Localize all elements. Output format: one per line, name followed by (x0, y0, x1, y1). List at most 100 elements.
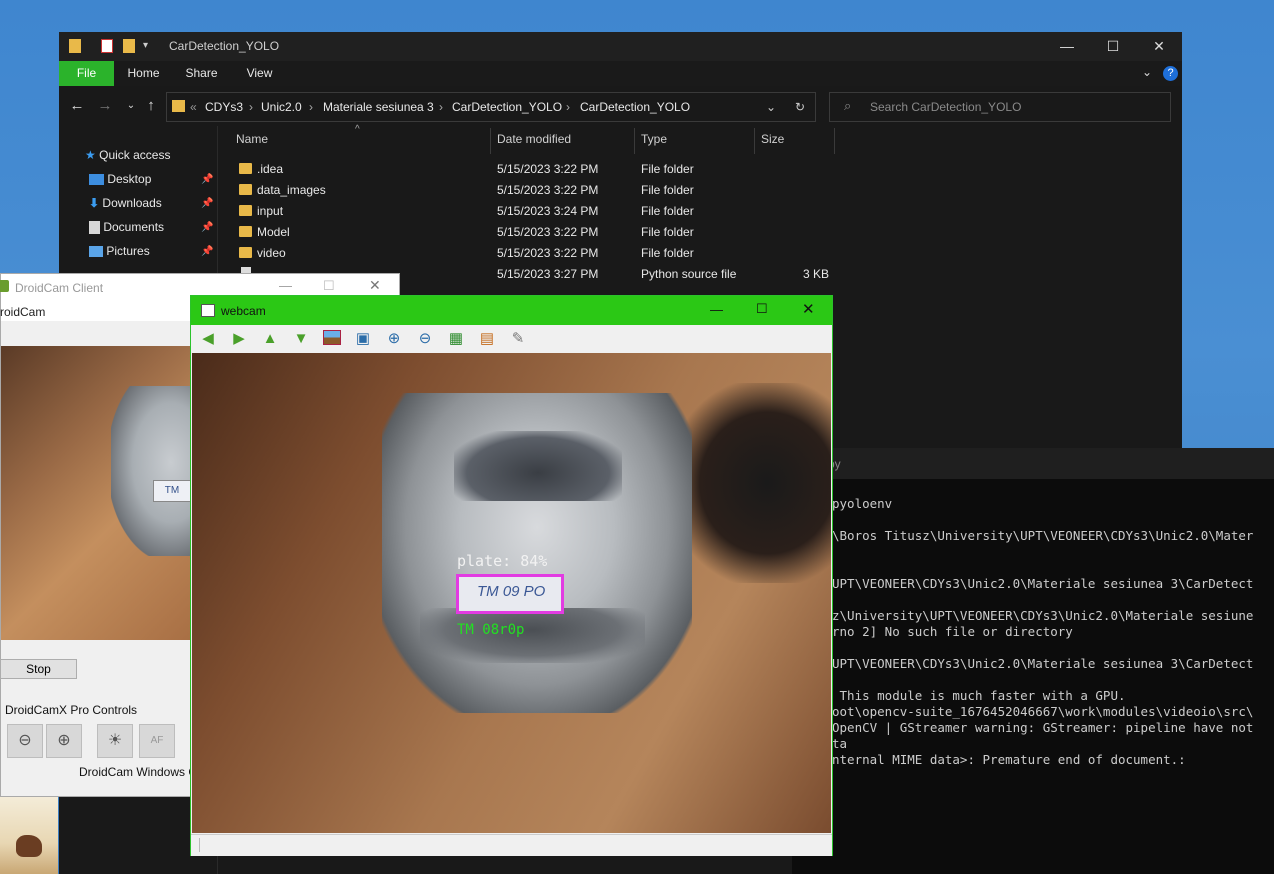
column-type[interactable]: Type (641, 132, 667, 152)
breadcrumb-current[interactable]: CarDetection_YOLO (580, 100, 690, 114)
tab-view[interactable]: View (237, 61, 282, 86)
customize-qat-icon[interactable]: ▾ (143, 40, 148, 51)
table-row[interactable]: video 5/15/2023 3:22 PM File folder (235, 243, 835, 264)
help-icon[interactable]: ? (1163, 66, 1178, 81)
refresh-icon[interactable]: ↻ (795, 100, 805, 114)
file-type: Python source file (641, 267, 737, 281)
documents-icon (89, 221, 100, 235)
webcam-toolbar: ◀ ▶ ▲ ▼ ▣ ⊕ ⊖ ▦ ▤ ✎ (191, 325, 832, 353)
zoom-out-icon[interactable]: ⊖ (415, 330, 435, 348)
column-divider[interactable] (834, 128, 835, 154)
close-button[interactable]: ✕ (802, 300, 815, 318)
chevron-right-icon: › (439, 100, 443, 114)
window-title: CarDetection_YOLO (169, 39, 280, 53)
file-name: data_images (257, 183, 326, 197)
pin-icon[interactable]: 📌 (201, 198, 213, 209)
breadcrumb-materiale[interactable]: Materiale sesiunea 3 (323, 100, 434, 114)
webcam-title-bar: webcam — ☐ ✕ (191, 296, 832, 325)
breadcrumb-unic[interactable]: Unic2.0 (261, 100, 302, 114)
pin-icon[interactable]: 📌 (201, 174, 213, 185)
minimize-button[interactable]: — (279, 278, 292, 293)
pin-icon[interactable]: 📌 (201, 246, 213, 257)
expand-ribbon-icon[interactable]: ⌄ (1142, 65, 1152, 79)
back-icon[interactable]: ← (67, 96, 87, 116)
console-line: This module is much faster with a GPU. (832, 688, 1126, 703)
maximize-button[interactable]: ☐ (323, 278, 335, 294)
autofocus-button[interactable]: AF (139, 724, 175, 758)
table-row[interactable]: Model 5/15/2023 3:22 PM File folder (235, 222, 835, 243)
stop-button[interactable]: Stop (0, 659, 77, 679)
table-row[interactable]: data_images 5/15/2023 3:22 PM File folder (235, 180, 835, 201)
windshield-image (454, 431, 622, 501)
breadcrumb-overflow[interactable]: « (190, 100, 197, 114)
arrow-right-icon[interactable]: ▶ (229, 330, 249, 348)
column-divider[interactable] (634, 128, 635, 154)
column-divider[interactable] (754, 128, 755, 154)
up-icon[interactable]: ↑ (141, 96, 161, 116)
console-line: pyoloenv (832, 496, 893, 511)
recent-locations-icon[interactable]: ⌄ (121, 96, 141, 116)
zoom-out-icon[interactable]: ⊖ (7, 724, 43, 758)
tab-home[interactable]: Home (121, 61, 166, 86)
image-icon[interactable] (322, 330, 342, 348)
chevron-right-icon: › (566, 100, 570, 114)
file-date: 5/15/2023 3:22 PM (497, 162, 599, 176)
maximize-button[interactable]: ☐ (756, 301, 768, 317)
zoom-fit-icon[interactable]: ▣ (353, 330, 373, 348)
search-icon: ⌕ (844, 98, 852, 113)
column-name[interactable]: Name (236, 132, 268, 152)
table-row[interactable]: .idea 5/15/2023 3:22 PM File folder (235, 159, 835, 180)
file-date: 5/15/2023 3:22 PM (497, 246, 599, 260)
animal-image (16, 835, 42, 857)
sidebar-item-downloads[interactable]: ⬇ Downloads (89, 192, 162, 214)
menu-droidcam[interactable]: roidCam (0, 305, 45, 319)
breadcrumb-cardetection[interactable]: CarDetection_YOLO (452, 100, 562, 114)
arrow-left-icon[interactable]: ◀ (198, 330, 218, 348)
pictures-icon (89, 246, 103, 258)
zoom-in-icon[interactable]: ⊕ (384, 330, 404, 348)
properties-icon[interactable] (101, 39, 113, 53)
title-bar: ▾ CarDetection_YOLO — ☐ ✕ (59, 32, 1182, 61)
search-box[interactable]: ⌕ Search CarDetection_YOLO (829, 92, 1171, 122)
save-icon[interactable]: ▦ (446, 330, 466, 348)
tab-file[interactable]: File (59, 61, 114, 86)
sidebar-item-desktop[interactable]: Desktop (89, 168, 151, 190)
arrow-up-icon[interactable]: ▲ (260, 330, 280, 348)
close-button[interactable]: ✕ (369, 277, 381, 294)
column-size[interactable]: Size (761, 132, 784, 152)
zoom-in-icon[interactable]: ⊕ (46, 724, 82, 758)
maximize-button[interactable]: ☐ (1090, 32, 1136, 61)
file-type: File folder (641, 162, 694, 176)
file-type: File folder (641, 204, 694, 218)
file-type: File folder (641, 225, 694, 239)
file-name: Model (257, 225, 290, 239)
sidebar-item-documents[interactable]: Documents (89, 216, 164, 238)
sidebar-item-pictures[interactable]: Pictures (89, 240, 150, 262)
forward-icon[interactable]: → (95, 96, 115, 116)
breadcrumb-cdys3[interactable]: CDYs3 (205, 100, 243, 114)
console-line: oot\opencv-suite_1676452046667\work\modu… (832, 704, 1254, 719)
column-divider[interactable] (490, 128, 491, 154)
column-date[interactable]: Date modified (497, 132, 571, 152)
light-icon[interactable]: ☀ (97, 724, 133, 758)
table-row[interactable]: input 5/15/2023 3:24 PM File folder (235, 201, 835, 222)
new-folder-icon[interactable] (123, 39, 135, 53)
file-date: 5/15/2023 3:27 PM (497, 267, 599, 281)
console-line: ta (832, 736, 848, 751)
arrow-down-icon[interactable]: ▼ (291, 330, 311, 348)
chevron-down-icon[interactable]: ⌄ (766, 100, 776, 114)
properties-icon[interactable]: ✎ (508, 330, 528, 348)
close-button[interactable]: ✕ (1136, 32, 1182, 61)
copy-icon[interactable]: ▤ (477, 330, 497, 348)
console-line: z\University\UPT\VEONEER\CDYs3\Unic2.0\M… (832, 608, 1254, 623)
file-date: 5/15/2023 3:22 PM (497, 225, 599, 239)
plate-text: TM 09 PO (477, 583, 546, 600)
tab-share[interactable]: Share (179, 61, 224, 86)
address-bar[interactable]: « CDYs3 › Unic2.0 › Materiale sesiunea 3… (166, 92, 816, 122)
ocr-result: TM 08r0p (457, 622, 525, 638)
sidebar-item-quick-access[interactable]: ★ Quick access (85, 144, 170, 166)
file-date: 5/15/2023 3:22 PM (497, 183, 599, 197)
minimize-button[interactable]: — (710, 302, 723, 317)
minimize-button[interactable]: — (1044, 32, 1090, 61)
pin-icon[interactable]: 📌 (201, 222, 213, 233)
